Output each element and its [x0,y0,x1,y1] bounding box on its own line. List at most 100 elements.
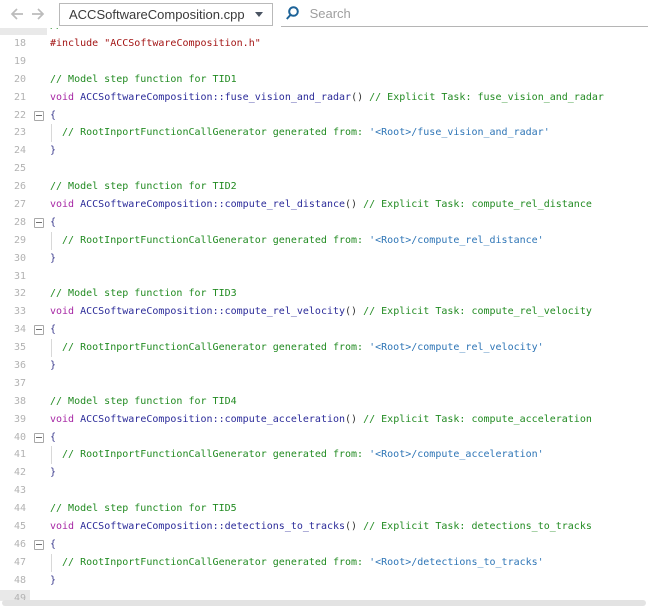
code-text: void ACCSoftwareComposition::compute_rel… [47,196,648,214]
code-segment: #include [50,38,98,49]
code-lines: 18#include "ACCSoftwareComposition.h"192… [0,35,648,590]
code-line: 27 void ACCSoftwareComposition::compute_r… [0,196,648,214]
back-button[interactable] [6,4,27,25]
code-text: } [47,572,648,590]
partial-line-bottom: 49 [0,590,648,601]
code-text: // RootInportFunctionCallGenerator gener… [47,554,648,572]
code-text [47,160,648,178]
line-number: 34 [0,321,30,339]
model-element-link[interactable]: '<Root>/detections_to_tracks' [369,557,544,568]
fold-column [30,464,47,482]
code-segment: // RootInportFunctionCallGenerator gener… [50,127,369,138]
code-line: 32// Model step function for TID3 [0,285,648,303]
fold-column [30,285,47,303]
code-line: 30} [0,250,648,268]
code-line: 34{ [0,321,648,339]
line-number: 48 [0,572,30,590]
search-icon [284,5,301,22]
line-number: 38 [0,393,30,411]
code-text: } [47,250,648,268]
fold-column [30,339,47,357]
code-line: 20// Model step function for TID1 [0,71,648,89]
forward-button[interactable] [27,4,48,25]
code-text [47,375,648,393]
code-segment: void [50,414,74,425]
model-element-link[interactable]: '<Root>/compute_rel_distance' [369,235,544,246]
code-segment: // Explicit Task: compute_rel_distance [363,199,592,210]
line-number: 45 [0,518,30,536]
line-number: 31 [0,268,30,286]
code-editor: 17// 18#include "ACCSoftwareComposition.… [0,28,648,607]
code-segment: } [50,145,56,156]
horizontal-scrollbar[interactable] [2,600,646,606]
fold-collapse-icon[interactable] [34,540,44,550]
chevron-down-icon [255,12,263,17]
code-text: // RootInportFunctionCallGenerator gener… [47,232,648,250]
back-arrow-icon [8,5,26,23]
code-segment: { [50,217,56,228]
code-segment: // Model step function for TID5 [50,503,237,514]
code-line: 19 [0,53,648,71]
code-line: 29 // RootInportFunctionCallGenerator ge… [0,232,648,250]
fold-column [30,160,47,178]
line-number: 37 [0,375,30,393]
code-line: 46{ [0,536,648,554]
model-element-link[interactable]: '<Root>/compute_rel_velocity' [369,342,544,353]
fold-column [30,35,47,53]
line-number: 22 [0,107,30,125]
fold-column [30,53,47,71]
code-line: 28{ [0,214,648,232]
line-number: 23 [0,124,30,142]
fold-column [30,411,47,429]
line-number: 40 [0,429,30,447]
code-segment: } [50,575,56,586]
code-viewer-window: ACCSoftwareComposition.cpp 17// 18#inclu… [0,0,648,607]
code-segment: // RootInportFunctionCallGenerator gener… [50,449,369,460]
fold-column [30,142,47,160]
code-segment: ACCSoftwareComposition::compute_rel_velo… [80,306,345,317]
code-line: 18#include "ACCSoftwareComposition.h" [0,35,648,53]
line-number: 49 [0,590,30,601]
code-segment: () [345,306,363,317]
fold-column [30,321,47,339]
line-number: 42 [0,464,30,482]
code-text: // Model step function for TID3 [47,285,648,303]
line-number: 19 [0,53,30,71]
code-segment: void [50,306,74,317]
fold-column [30,268,47,286]
file-selector-dropdown[interactable]: ACCSoftwareComposition.cpp [59,3,273,26]
code-line: 31 [0,268,648,286]
code-text: // RootInportFunctionCallGenerator gener… [47,446,648,464]
fold-collapse-icon[interactable] [34,111,44,121]
file-selector-value: ACCSoftwareComposition.cpp [69,7,245,22]
code-segment: // [50,28,62,31]
code-segment: // Explicit Task: compute_rel_velocity [363,306,592,317]
fold-column [30,375,47,393]
model-element-link[interactable]: '<Root>/fuse_vision_and_radar' [369,127,550,138]
line-number: 47 [0,554,30,572]
fold-column [30,590,47,601]
fold-collapse-icon[interactable] [34,433,44,443]
search-box [281,1,648,27]
code-text: // Model step function for TID5 [47,500,648,518]
fold-column [30,303,47,321]
code-text [47,53,648,71]
search-input[interactable] [308,5,648,22]
fold-column [30,178,47,196]
fold-collapse-icon[interactable] [34,218,44,228]
line-number: 33 [0,303,30,321]
code-segment: { [50,432,56,443]
model-element-link[interactable]: '<Root>/compute_acceleration' [369,449,544,460]
fold-collapse-icon[interactable] [34,325,44,335]
fold-column [30,28,47,35]
code-text: // Model step function for TID2 [47,178,648,196]
code-segment: // RootInportFunctionCallGenerator gener… [50,557,369,568]
code-line: 43 [0,482,648,500]
forward-arrow-icon [29,5,47,23]
code-segment: ACCSoftwareComposition::fuse_vision_and_… [80,92,351,103]
toolbar: ACCSoftwareComposition.cpp [0,0,648,28]
line-number: 27 [0,196,30,214]
fold-column [30,518,47,536]
fold-column [30,482,47,500]
line-number: 20 [0,71,30,89]
